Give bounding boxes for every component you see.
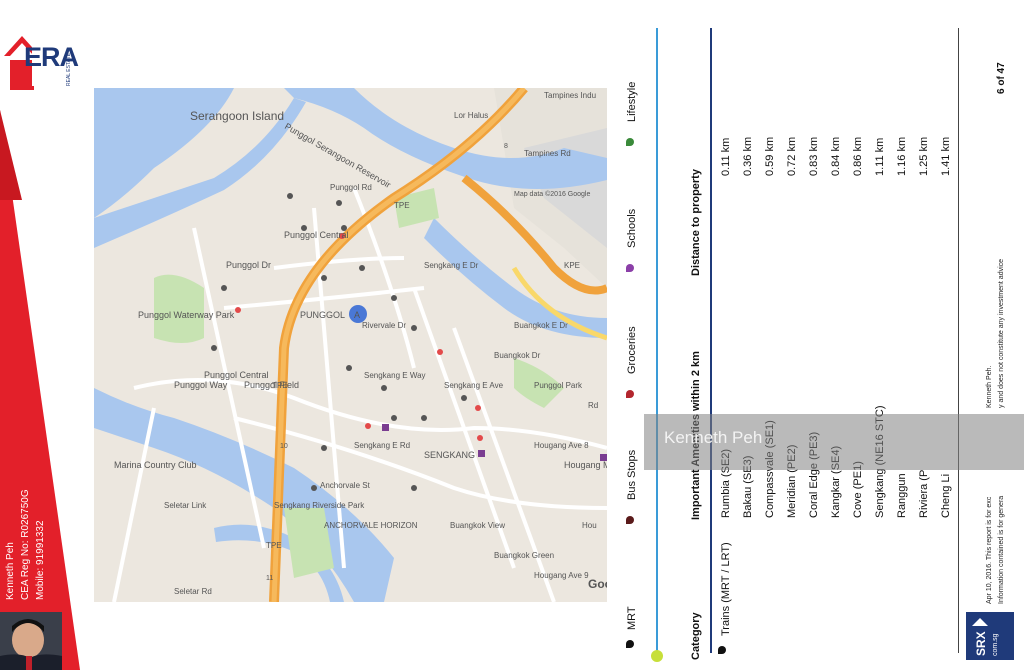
disclaimer-line-1b: Kenneth Peh. xyxy=(986,365,993,408)
disclaimer-line-2: Information contained is for genera xyxy=(998,495,1005,604)
row-distance: 0.84 km xyxy=(830,136,842,176)
map-label-hougang-ave9: Hougang Ave 9 xyxy=(534,571,589,580)
location-map[interactable]: Serangoon Island Punggol Serangoon Reser… xyxy=(94,88,607,602)
legend-bus-stops-icon xyxy=(626,516,634,524)
watermark-text: Kenneth Peh xyxy=(664,428,763,447)
category-train-icon xyxy=(718,646,726,654)
map-label-anchorvale-horizon: ANCHORVALE HORIZON xyxy=(324,521,418,530)
map-label-exit-8: 8 xyxy=(504,143,508,150)
map-label-buangkok-dr: Buangkok Dr xyxy=(494,351,541,360)
map-label-serangoon-island: Serangoon Island xyxy=(190,109,284,123)
map-label-rd: Rd xyxy=(588,401,598,410)
row-distance: 1.25 km xyxy=(918,136,930,176)
map-label-punggol-waterway-park: Punggol Waterway Park xyxy=(138,310,235,320)
legend-lifestyle-icon xyxy=(626,138,634,146)
map-label-sengkang-e-way: Sengkang E Way xyxy=(364,371,426,380)
map-label-punggol-dr: Punggol Dr xyxy=(226,260,271,270)
row-distance: 0.86 km xyxy=(852,136,864,176)
map-label-kpe: KPE xyxy=(564,261,580,270)
map-label-sengkang-e-rd: Sengkang E Rd xyxy=(354,441,410,450)
header-category: Category xyxy=(690,612,702,660)
srx-logo: SRX com.sg xyxy=(966,612,1014,660)
legend-groceries-icon xyxy=(626,390,634,398)
row-distance: 1.41 km xyxy=(940,136,952,176)
row-distance: 0.11 km xyxy=(720,137,732,176)
property-pin-label: A xyxy=(354,310,360,320)
agent-watermark: Kenneth Peh xyxy=(644,414,1024,470)
row-name: Cheng Li xyxy=(940,473,952,518)
row-distance: 0.83 km xyxy=(808,136,820,176)
map-label-punggol-park: Punggol Park xyxy=(534,381,583,390)
map-label-seletar-rd: Seletar Rd xyxy=(174,587,212,596)
map-label-buangkok-green: Buangkok Green xyxy=(494,551,554,560)
map-label-hou: Hou xyxy=(582,521,597,530)
row-name: Ranggun xyxy=(896,473,908,518)
row-distance: 0.72 km xyxy=(786,136,798,176)
map-label-punggol-central-1: Punggol Central xyxy=(284,230,349,240)
row-distance: 1.11 km xyxy=(874,137,886,176)
map-label-buangkok-view: Buangkok View xyxy=(450,521,505,530)
map-label-tampines-rd: Tampines Rd xyxy=(524,149,571,158)
map-label-sengkang-e-dr: Sengkang E Dr xyxy=(424,261,479,270)
map-label-buangkok-e-dr: Buangkok E Dr xyxy=(514,321,568,330)
map-label-marina-country-club: Marina Country Club xyxy=(114,460,197,470)
agent-mobile: Mobile: 91991332 xyxy=(35,520,46,600)
page-number: 6 of 47 xyxy=(996,62,1007,94)
map-label-punggol-way: Punggol Way xyxy=(174,380,228,390)
header-distance: Distance to property xyxy=(690,169,702,276)
map-label-sengkang-e-ave: Sengkang E Ave xyxy=(444,381,504,390)
era-logo: ERA REAL ESTATE xyxy=(2,30,79,92)
category-trains: Trains (MRT / LRT) xyxy=(720,542,732,636)
legend-mrt-label: MRT xyxy=(626,606,638,630)
map-label-anchorvale-st: Anchorvale St xyxy=(320,481,371,490)
era-logo-sub: REAL ESTATE xyxy=(66,53,72,86)
google-logo: Google xyxy=(588,577,607,591)
map-label-punggol-central-2: Punggol Central xyxy=(204,370,269,380)
map-label-hougang-ave8: Hougang Ave 8 xyxy=(534,441,589,450)
map-label-punggol: PUNGGOL xyxy=(300,310,345,320)
legend-lifestyle-label: Lifestyle xyxy=(626,81,638,122)
row-distance: 0.36 km xyxy=(742,136,754,176)
legend-groceries-label: Groceries xyxy=(626,326,638,374)
map-label-punggol-rd: Punggol Rd xyxy=(330,183,372,192)
header-rule xyxy=(710,28,712,653)
agent-cea-reg: CEA Reg No: R026750G xyxy=(20,489,31,600)
legend-schools-icon xyxy=(626,264,634,272)
map-label-exit-11: 11 xyxy=(266,575,273,582)
map-label-tpe-1: TPE xyxy=(272,381,288,390)
map-label-tpe-2: TPE xyxy=(394,201,410,210)
srx-logo-sub: com.sg xyxy=(992,633,999,656)
map-label-exit-10: 10 xyxy=(280,443,288,450)
legend-schools-label: Schools xyxy=(626,208,638,248)
map-label-map-data: Map data ©2016 Google xyxy=(514,190,590,198)
srx-logo-text: SRX xyxy=(974,631,988,656)
disclaimer-line-1: Apr 10, 2016. This report is for exc xyxy=(986,496,993,604)
legend-mrt-icon xyxy=(626,640,634,648)
map-label-sengkang-riverside-park: Sengkang Riverside Park xyxy=(274,501,365,510)
map-label-lor-halus: Lor Halus xyxy=(454,111,488,120)
timeline-rule xyxy=(656,28,658,653)
map-label-sengkang: SENGKANG xyxy=(424,450,475,460)
legend-bus-stops-label: Bus Stops xyxy=(626,449,638,500)
row-distance: 0.59 km xyxy=(764,136,776,176)
row-distance: 1.16 km xyxy=(896,136,908,176)
map-label-tampines-industrial: Tampines Indu xyxy=(544,91,596,100)
footer-rule xyxy=(958,28,959,653)
map-label-rivervale-dr: Rivervale Dr xyxy=(362,321,406,330)
map-label-hougang-mall: Hougang Mall xyxy=(564,460,607,470)
map-label-seletar-link: Seletar Link xyxy=(164,501,207,510)
map-label-tpe-3: TPE xyxy=(266,541,282,550)
disclaimer-line-2b: y and does not constitute any investment… xyxy=(998,258,1005,408)
agent-name: Kenneth Peh xyxy=(5,542,16,600)
avatar xyxy=(0,612,62,670)
row-name: Riviera (P xyxy=(918,469,930,518)
timeline-dot xyxy=(651,650,663,662)
